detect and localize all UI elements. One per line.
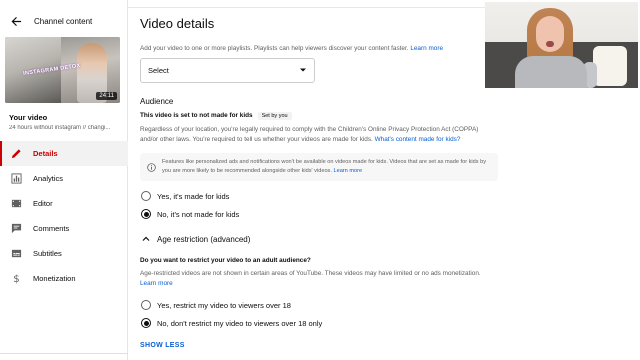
sidebar-nav: Details Analytics Editor Comments Subtit… <box>0 141 128 291</box>
back-arrow-icon[interactable] <box>9 14 23 28</box>
age-restrict-yes-radio[interactable]: Yes, restrict my video to viewers over 1… <box>141 300 291 310</box>
playlist-select[interactable]: Select <box>140 58 315 83</box>
playlists-text: Add your video to one or more playlists.… <box>140 45 409 52</box>
comments-icon <box>9 223 23 235</box>
webcam-person-mouth <box>546 41 554 47</box>
made-for-kids-yes-radio[interactable]: Yes, it's made for kids <box>141 191 229 201</box>
audience-info-box: Features like personalized ads and notif… <box>140 153 498 181</box>
page-title: Video details <box>140 16 215 31</box>
playlists-description: Add your video to one or more playlists.… <box>140 44 510 54</box>
sidebar-item-label: Editor <box>33 199 53 208</box>
webcam-overlay <box>485 2 638 88</box>
audience-status: This video is set to not made for kids Se… <box>140 112 292 120</box>
show-less-button[interactable]: SHOW LESS <box>140 342 185 349</box>
sidebar-item-label: Analytics <box>33 174 64 183</box>
subtitles-icon <box>9 248 23 260</box>
sidebar-header: Channel content <box>0 0 127 42</box>
chevron-up-icon <box>142 235 150 244</box>
info-icon <box>147 159 156 172</box>
playlist-select-value: Select <box>148 66 169 75</box>
radio-button-selected[interactable] <box>141 318 151 328</box>
age-restriction-learn-more-link[interactable]: Learn more <box>140 279 173 289</box>
audience-info-body: Features like personalized ads and notif… <box>162 159 487 174</box>
radio-label: Yes, restrict my video to viewers over 1… <box>157 300 291 310</box>
sidebar-item-subtitles[interactable]: Subtitles <box>0 241 128 266</box>
sidebar-item-editor[interactable]: Editor <box>0 191 128 216</box>
analytics-icon <box>9 173 23 185</box>
set-by-you-badge: Set by you <box>257 112 292 120</box>
made-for-kids-no-radio[interactable]: No, it's not made for kids <box>141 209 239 219</box>
video-duration: 24:11 <box>96 92 117 100</box>
sidebar: Channel content INSTAGRAM DETOX 24:11 Yo… <box>0 0 128 360</box>
sidebar-item-monetization[interactable]: $ Monetization <box>0 266 128 291</box>
sidebar-item-comments[interactable]: Comments <box>0 216 128 241</box>
pencil-icon <box>9 148 23 160</box>
age-restriction-question: Do you want to restrict your video to an… <box>140 257 311 264</box>
audience-heading: Audience <box>140 97 174 106</box>
audience-info-learn-more-link[interactable]: Learn more <box>333 168 362 174</box>
sidebar-divider <box>0 353 128 354</box>
svg-text:$: $ <box>13 274 19 284</box>
radio-button-selected[interactable] <box>141 209 151 219</box>
header-divider <box>128 7 488 8</box>
video-thumbnail[interactable]: INSTAGRAM DETOX 24:11 <box>5 37 120 103</box>
dropdown-arrow-icon <box>299 66 307 75</box>
sidebar-item-analytics[interactable]: Analytics <box>0 166 128 191</box>
editor-icon <box>9 198 23 210</box>
your-video-label: Your video <box>9 113 48 122</box>
age-restrict-no-radio[interactable]: No, don't restrict my video to viewers o… <box>141 318 322 328</box>
radio-label: Yes, it's made for kids <box>157 191 230 201</box>
dollar-icon: $ <box>9 273 23 285</box>
sidebar-item-label: Comments <box>33 224 70 233</box>
made-for-kids-link[interactable]: What's content made for kids? <box>375 136 461 143</box>
sidebar-item-label: Subtitles <box>33 249 62 258</box>
sidebar-item-label: Monetization <box>33 274 76 283</box>
age-restriction-toggle[interactable]: Age restriction (advanced) <box>142 235 250 244</box>
video-title-subtitle: 24 hours without instagram // changi... <box>9 125 111 131</box>
sidebar-item-label: Details <box>33 149 58 158</box>
webcam-pillow <box>593 46 627 86</box>
audience-status-text: This video is set to not made for kids <box>140 112 253 119</box>
radio-button-unselected[interactable] <box>141 191 151 201</box>
radio-button-unselected[interactable] <box>141 300 151 310</box>
age-restriction-heading: Age restriction (advanced) <box>157 235 251 244</box>
audience-info-text: Features like personalized ads and notif… <box>162 158 491 175</box>
webcam-person-sweater <box>515 56 587 88</box>
age-restriction-description: Age-restricted videos are not shown in c… <box>140 270 481 277</box>
sidebar-title: Channel content <box>34 16 93 26</box>
radio-label: No, don't restrict my video to viewers o… <box>157 318 323 328</box>
sidebar-item-details[interactable]: Details <box>0 141 128 166</box>
playlists-learn-more-link[interactable]: Learn more <box>410 45 443 52</box>
radio-label: No, it's not made for kids <box>157 209 240 219</box>
audience-description: Regardless of your location, you're lega… <box>140 125 498 145</box>
